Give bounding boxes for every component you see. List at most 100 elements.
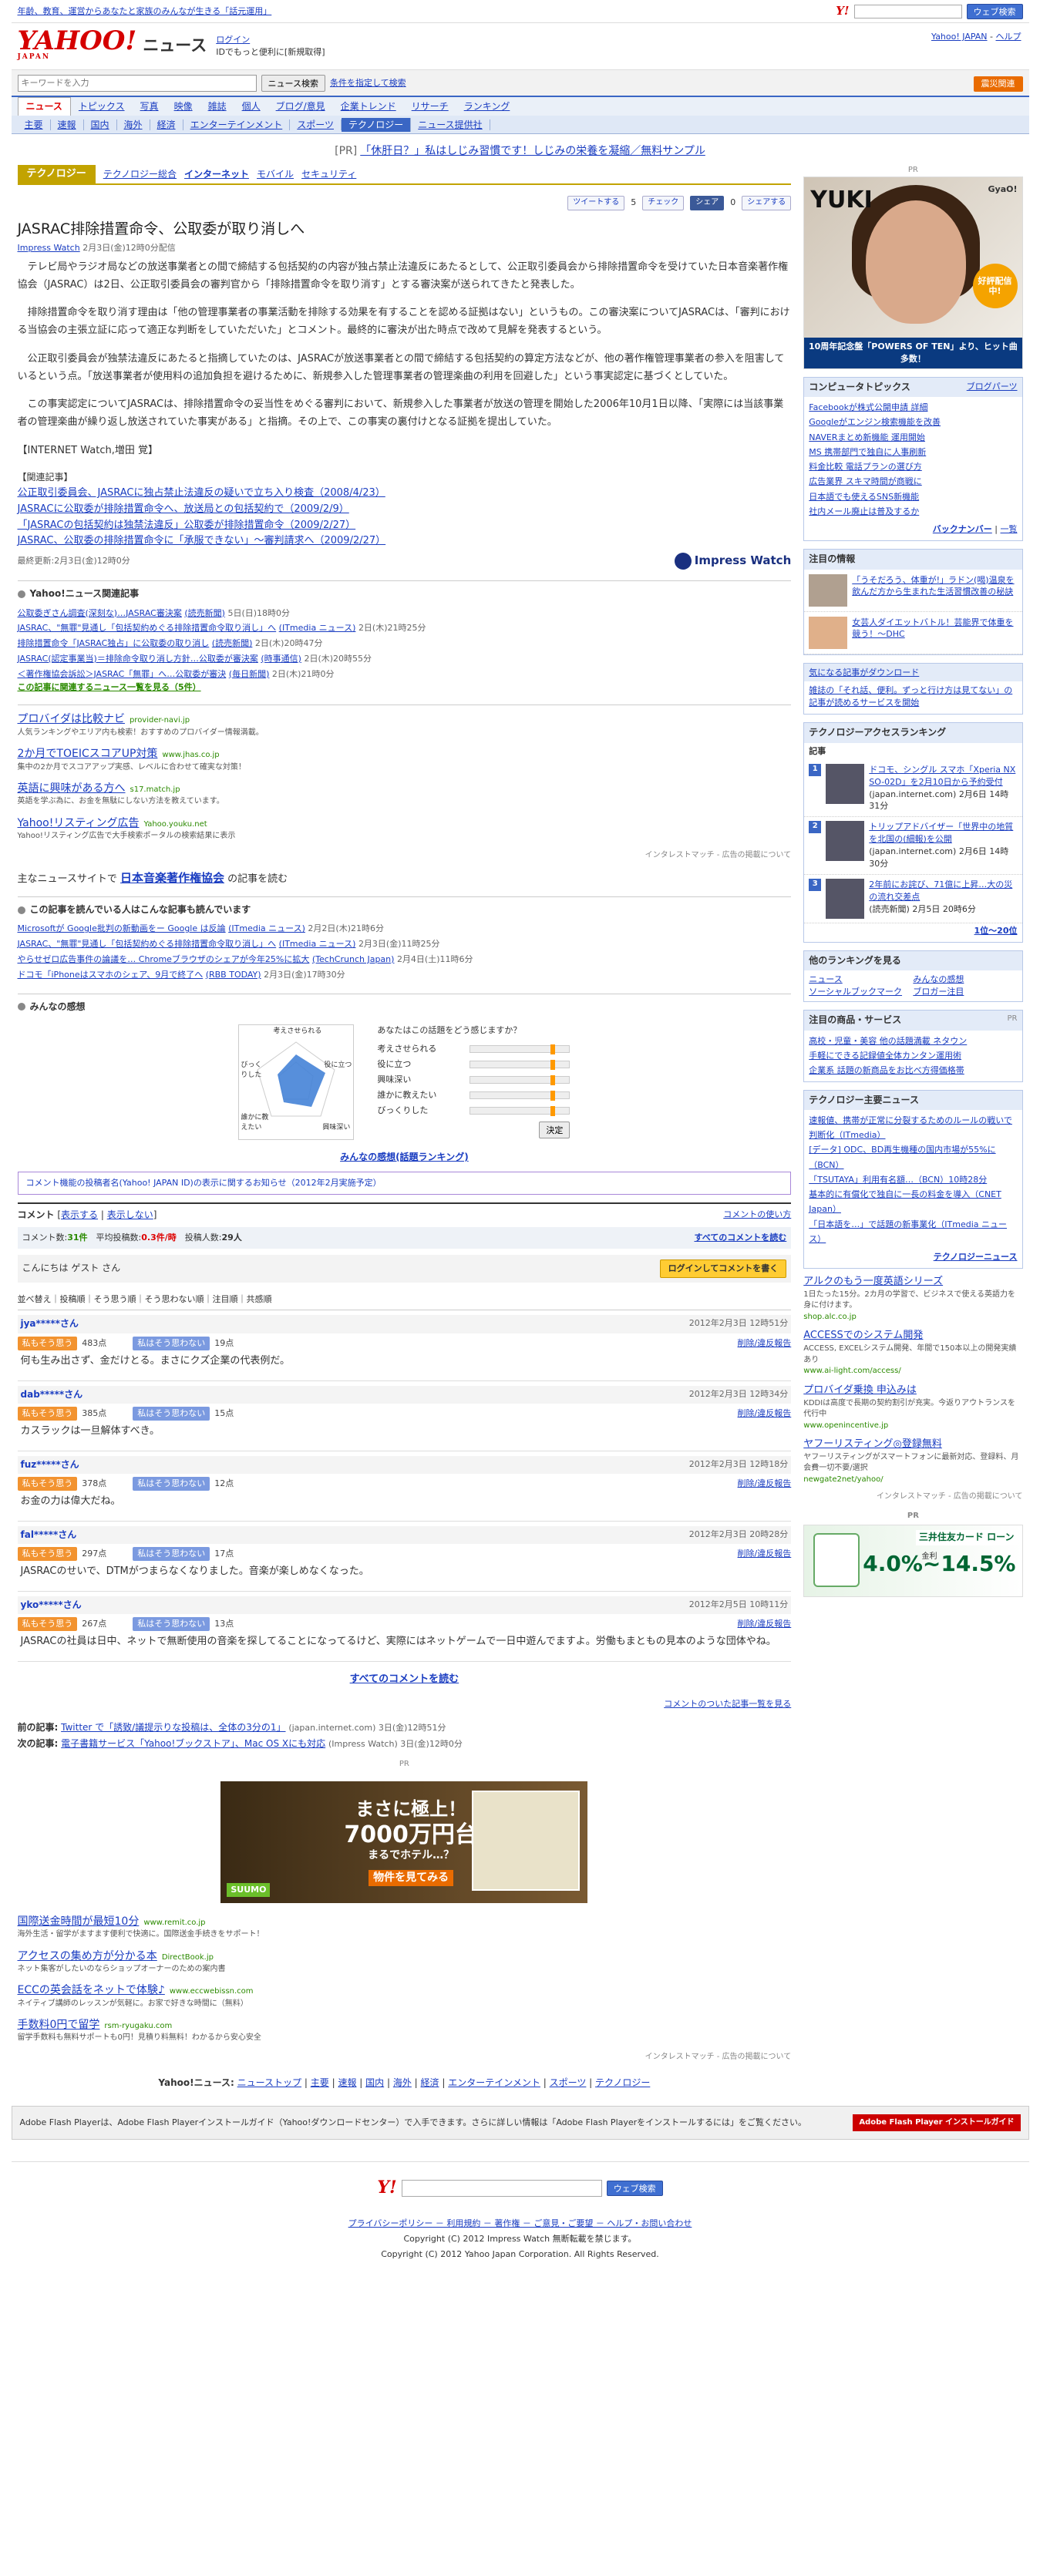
flash-player-badge[interactable]: Adobe Flash Player インストールガイド bbox=[853, 2114, 1021, 2132]
side-ad-item[interactable]: ACCESSでのシステム開発 ACCESS, EXCELシステム開発、年間で150… bbox=[803, 1329, 1022, 1377]
nav-magazine[interactable]: 雑誌 bbox=[200, 98, 234, 116]
blog-parts-link[interactable]: ブログパーツ bbox=[967, 381, 1018, 394]
rank-more-link[interactable]: 1位〜20位 bbox=[974, 926, 1018, 936]
report-link[interactable]: 削除/違反報告 bbox=[738, 1407, 792, 1420]
facebook-share-button[interactable]: シェア bbox=[690, 196, 725, 210]
ad-item[interactable]: 国際送金時間が最短10分 www.remit.co.jp 海外生活・留学がますます便… bbox=[18, 1914, 792, 1941]
comment-sort[interactable]: 並べ替え｜投稿順｜そう思う順｜そう思わない順｜注目順｜共感順 bbox=[17, 1289, 792, 1311]
share-button[interactable]: シェアする bbox=[742, 196, 792, 210]
ad-item[interactable]: 英語に興味がある方へ s17.match.jp 英語を学ぶ為に、お金を無駄にしない方… bbox=[18, 781, 792, 808]
ad-item[interactable]: 手数料0円で留学 rsm-ryugaku.com 留学手数料も無料サポートも0円！見… bbox=[18, 2017, 792, 2044]
ad-title[interactable]: 手数料0円で留学 bbox=[18, 2019, 100, 2031]
bottom-nav-link[interactable]: エンターテインメント bbox=[448, 2077, 540, 2088]
poll-slider[interactable] bbox=[470, 1074, 570, 1085]
topic-link[interactable]: Facebookが株式公開申請 詳細 bbox=[809, 402, 927, 412]
news-link[interactable]: JASRAC、"無罪"見通し「包括契約めぐる排除措置命令取り消し」へ bbox=[18, 623, 277, 633]
poll-slider[interactable] bbox=[470, 1059, 570, 1070]
nav-individual[interactable]: 個人 bbox=[234, 98, 268, 116]
download-text[interactable]: 雑誌の「それ話、便利。ずっと行け方は見てない」の記事が読めるサービスを開始 bbox=[804, 681, 1021, 714]
ad-title[interactable]: プロバイダは比較ナビ bbox=[18, 713, 125, 725]
nav-video[interactable]: 映像 bbox=[167, 98, 200, 116]
news-provider[interactable]: (ITmedia ニュース) bbox=[228, 923, 305, 933]
all-comments-link[interactable]: すべてのコメントを読む bbox=[694, 1232, 786, 1244]
ad-title[interactable]: アクセスの集め方が分かる本 bbox=[18, 1950, 157, 1962]
product-link[interactable]: 手軽にできる記録値全体カンタン運用術 bbox=[809, 1051, 961, 1061]
topic-link[interactable]: Googleがエンジン検索機能を改善 bbox=[809, 417, 941, 427]
news-provider[interactable]: (RBB TODAY) bbox=[206, 970, 261, 980]
tech-main-link[interactable]: 速報値、携帯が正常に分裂するためのルールの戦いで判断化（ITmedia） bbox=[809, 1115, 1012, 1140]
yahoo-japan-logo[interactable]: YAHOO! JAPAN bbox=[18, 28, 137, 61]
ad-item[interactable]: 2か月でTOEICスコアUP対策 www.jhas.co.jp 集中の2か月でスコア… bbox=[18, 746, 792, 773]
bottom-nav-link[interactable]: 経済 bbox=[421, 2077, 439, 2088]
yuki-ad-banner[interactable]: YUKI GyaO! 好評配信中! 10周年記念盤「POWERS OF TEN」… bbox=[803, 176, 1023, 369]
disagree-button[interactable]: 私はそう思わない bbox=[133, 1477, 210, 1491]
impress-watch-logo[interactable]: Impress Watch bbox=[674, 553, 791, 570]
related-link[interactable]: JASRAC、公取委の排除措置命令に「承服できない」～審判請求へ（2009/2/… bbox=[18, 533, 792, 550]
all-comments-bottom-link[interactable]: すべてのコメントを読む bbox=[18, 1662, 792, 1698]
comment-show-link[interactable]: 表示する bbox=[61, 1209, 98, 1220]
tech-main-link[interactable]: 「TSUTAYA」利用有名額…（BCN）10時28分 bbox=[809, 1175, 987, 1185]
comment-hide-link[interactable]: 表示しない bbox=[107, 1209, 153, 1220]
topic-link[interactable]: NAVERまとめ新機能 運用開始 bbox=[809, 432, 925, 442]
related-link[interactable]: JASRACに公取委が排除措置命令へ、放送局との包括契約で（2009/2/9） bbox=[18, 502, 792, 518]
news-provider[interactable]: (TechCrunch Japan) bbox=[312, 954, 395, 964]
source-link[interactable]: Impress Watch bbox=[18, 243, 80, 253]
subnav-world[interactable]: 海外 bbox=[117, 119, 150, 130]
footer-search-button[interactable]: ウェブ検索 bbox=[606, 2181, 663, 2197]
prev-article-link[interactable]: Twitter で「誘致/議提示りな投稿は、全体の3分の1」 bbox=[61, 1722, 285, 1733]
footer-links[interactable]: プライバシーポリシー － 利用規約 － 著作権 － ご意見・ご要望 － ヘルプ・… bbox=[12, 2216, 1029, 2231]
poll-slider[interactable] bbox=[470, 1090, 570, 1101]
report-link[interactable]: 削除/違反報告 bbox=[738, 1337, 792, 1350]
subnav-domestic[interactable]: 国内 bbox=[84, 119, 117, 130]
side-ad-item[interactable]: アルクのもう一度英語シリーズ 1日たった15分。2カ月の学習で、ビジネスで使える英… bbox=[803, 1275, 1022, 1323]
report-link[interactable]: 削除/違反報告 bbox=[738, 1618, 792, 1630]
loan-card-ad[interactable]: 三井住友カード ローン 金利 4.0%~14.5% bbox=[803, 1525, 1023, 1598]
related-news-more[interactable]: この記事に関連するニュース一覧を見る（5件） bbox=[18, 681, 792, 694]
news-provider[interactable]: (ITmedia ニュース) bbox=[279, 623, 356, 633]
ad-title[interactable]: 国際送金時間が最短10分 bbox=[18, 1915, 140, 1928]
subnav-entertainment[interactable]: エンターテインメント bbox=[183, 119, 291, 130]
product-link[interactable]: 高校・児童・美容 他の話題満載 ネタウン bbox=[809, 1036, 967, 1046]
rank-item[interactable]: 2 トリップアドバイザー「世界中の地質を北国の(細報)を公開 (japan.inte… bbox=[804, 817, 1022, 876]
rank-link-kansou[interactable]: みんなの感想 bbox=[913, 974, 1017, 986]
tweet-button[interactable]: ツイートする bbox=[567, 196, 625, 210]
disagree-button[interactable]: 私はそう思わない bbox=[133, 1617, 210, 1632]
kansou-ranking-link[interactable]: みんなの感想(話題ランキング) bbox=[18, 1151, 792, 1164]
ad-meta[interactable]: インタレストマッチ - 広告の掲載について bbox=[18, 850, 792, 862]
bottom-nav-link[interactable]: 海外 bbox=[393, 2077, 412, 2088]
ad-title[interactable]: Yahoo!リスティング広告 bbox=[18, 817, 140, 829]
bottom-nav-link[interactable]: 国内 bbox=[365, 2077, 384, 2088]
news-provider[interactable]: (ITmedia ニュース) bbox=[279, 939, 356, 949]
topics-list-link[interactable]: 一覧 bbox=[1001, 524, 1018, 534]
ad-item[interactable]: Yahoo!リスティング広告 Yahoo.youku.net Yahoo!リスティン… bbox=[18, 816, 792, 842]
disagree-button[interactable]: 私はそう思わない bbox=[133, 1547, 210, 1562]
notice-link[interactable]: 「うそだろう、体重が!」ラドン(喝)温泉を飲んだ方から生まれた生活習慣改善の秘訣 bbox=[852, 574, 1017, 607]
bottom-nav-link[interactable]: テクノロジー bbox=[595, 2077, 650, 2088]
login-link[interactable]: ログイン bbox=[216, 35, 250, 45]
rank-link-bookmark[interactable]: ソーシャルブックマーク bbox=[809, 986, 913, 998]
nav-ranking[interactable]: ランキング bbox=[456, 98, 518, 116]
tech-main-link[interactable]: 「日本語を…」で話題の新事業化（ITmedia ニュース） bbox=[809, 1219, 1007, 1244]
ad-item[interactable]: ECCの英会話をネットで体験♪ www.eccwebissn.com ネイティブ講師… bbox=[18, 1982, 792, 2009]
bottom-nav-link[interactable]: 主要 bbox=[311, 2077, 329, 2088]
top-search-input[interactable] bbox=[853, 4, 962, 18]
side-ad-title[interactable]: ACCESSでのシステム開発 bbox=[803, 1329, 1022, 1343]
news-link[interactable]: ＜著作権協会訴訟＞JASRAC「無罪」へ…公取委が審決 bbox=[18, 669, 227, 679]
poll-slider[interactable] bbox=[470, 1105, 570, 1116]
agree-button[interactable]: 私もそう思う bbox=[17, 1406, 78, 1421]
bottom-nav-link[interactable]: スポーツ bbox=[550, 2077, 587, 2088]
news-link[interactable]: 排除措置命令「JASRAC独占」に公取委の取り消し bbox=[18, 638, 210, 648]
ad-title[interactable]: 2か月でTOEICスコアUP対策 bbox=[18, 748, 158, 760]
nav-trend[interactable]: 企業トレンド bbox=[333, 98, 404, 116]
comment-user[interactable]: jya*****さん bbox=[21, 1317, 79, 1330]
rank-link[interactable]: トリップアドバイザー「世界中の地質を北国の(細報)を公開 bbox=[869, 821, 1017, 846]
side-ad-meta[interactable]: インタレストマッチ - 広告の掲載について bbox=[803, 1491, 1023, 1503]
bottom-nav-link[interactable]: 速報 bbox=[338, 2077, 356, 2088]
comment-notice[interactable]: コメント機能の投稿者名(Yahoo! JAPAN ID)の表示に関するお知らせ（… bbox=[17, 1172, 792, 1196]
nav-research[interactable]: リサーチ bbox=[404, 98, 456, 116]
more-sites-link[interactable]: 日本音楽著作権協会 bbox=[120, 871, 224, 885]
commented-articles-link[interactable]: コメントのついた記事一覧を見る bbox=[18, 1698, 791, 1710]
news-search-button[interactable]: ニュース検索 bbox=[261, 74, 325, 92]
rank-link-blogger[interactable]: ブロガー注目 bbox=[913, 986, 1017, 998]
news-provider[interactable]: (読売新聞) bbox=[184, 608, 225, 618]
